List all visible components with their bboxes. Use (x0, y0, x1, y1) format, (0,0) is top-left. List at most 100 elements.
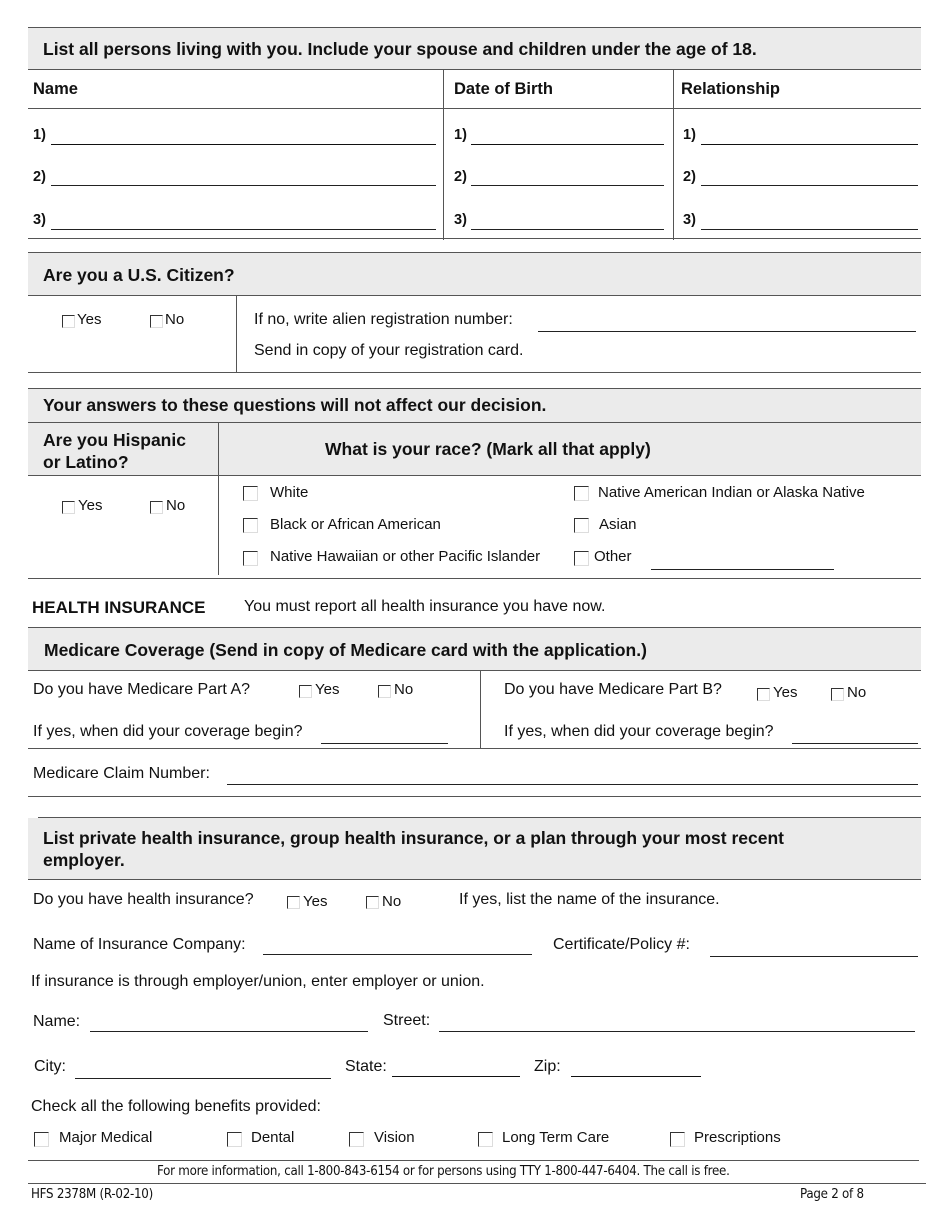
part-a-yes-label: Yes (315, 681, 340, 698)
list-insurance-note: If yes, list the name of the insurance. (459, 891, 720, 908)
benefit-long-term-care-checkbox[interactable] (478, 1132, 493, 1147)
benefit-vision-checkbox[interactable] (349, 1132, 364, 1147)
column-divider (480, 671, 481, 748)
race-native-american-checkbox[interactable] (574, 486, 589, 501)
form-id: HFS 2378M (R-02-10) (31, 1186, 153, 1202)
race-asian-checkbox[interactable] (574, 518, 589, 533)
column-header-dob: Date of Birth (454, 80, 553, 98)
column-divider (218, 423, 219, 575)
race-white-label: White (270, 484, 309, 501)
row-number: 1) (683, 127, 696, 143)
hispanic-question-line1: Are you Hispanic (43, 430, 186, 450)
dob-field-2[interactable] (471, 185, 664, 186)
row-number: 2) (454, 169, 467, 185)
race-other-field[interactable] (651, 569, 834, 570)
race-other-label: Other (594, 548, 632, 565)
divider (28, 1160, 919, 1161)
row-number: 2) (683, 169, 696, 185)
divider (28, 879, 921, 880)
citizen-no-checkbox[interactable] (150, 315, 163, 328)
part-b-question: Do you have Medicare Part B? (504, 681, 722, 698)
name-field-2[interactable] (51, 185, 436, 186)
policy-number-field[interactable] (710, 956, 918, 957)
benefit-prescriptions-checkbox[interactable] (670, 1132, 685, 1147)
divider (28, 238, 921, 239)
hispanic-yes-label: Yes (78, 497, 103, 514)
column-header-name: Name (33, 80, 78, 98)
footer-contact-info: For more information, call 1-800-843-615… (157, 1163, 730, 1179)
benefit-vision-label: Vision (374, 1129, 415, 1146)
row-number: 3) (683, 212, 696, 228)
race-black-label: Black or African American (270, 516, 441, 533)
medicare-title: Medicare Coverage (Send in copy of Medic… (44, 640, 647, 660)
dob-field-3[interactable] (471, 229, 664, 230)
race-black-checkbox[interactable] (243, 518, 258, 533)
benefit-major-medical-checkbox[interactable] (34, 1132, 49, 1147)
row-number: 3) (454, 212, 467, 228)
race-white-checkbox[interactable] (243, 486, 258, 501)
part-a-no-label: No (394, 681, 414, 698)
policy-number-label: Certificate/Policy #: (553, 936, 690, 953)
zip-field[interactable] (571, 1076, 701, 1077)
relationship-field-3[interactable] (701, 229, 918, 230)
name-field-1[interactable] (51, 144, 436, 145)
dob-field-1[interactable] (471, 144, 664, 145)
hispanic-no-checkbox[interactable] (150, 501, 163, 514)
insurance-company-field[interactable] (263, 954, 532, 955)
employer-note: If insurance is through employer/union, … (31, 973, 485, 990)
divider (28, 69, 921, 70)
health-insurance-subheading: You must report all health insurance you… (244, 598, 606, 615)
part-a-yes-checkbox[interactable] (299, 685, 312, 698)
part-b-coverage-field[interactable] (792, 743, 918, 744)
hispanic-no-label: No (166, 497, 186, 514)
relationship-field-1[interactable] (701, 144, 918, 145)
street-field[interactable] (439, 1031, 915, 1032)
race-question: What is your race? (Mark all that apply) (325, 439, 651, 459)
race-other-checkbox[interactable] (574, 551, 589, 566)
race-pacific-islander-checkbox[interactable] (243, 551, 258, 566)
claim-number-label: Medicare Claim Number: (33, 765, 210, 782)
divider (28, 796, 921, 797)
alien-registration-label: If no, write alien registration number: (254, 311, 513, 328)
benefit-dental-checkbox[interactable] (227, 1132, 242, 1147)
citizenship-title: Are you a U.S. Citizen? (43, 265, 235, 285)
column-divider (236, 296, 237, 372)
name-field-3[interactable] (51, 229, 436, 230)
employer-name-label: Name: (33, 1013, 81, 1030)
ethnicity-title: Your answers to these questions will not… (43, 395, 547, 415)
divider (28, 475, 921, 476)
column-divider (443, 70, 444, 240)
part-b-yes-checkbox[interactable] (757, 688, 770, 701)
divider (28, 578, 921, 579)
page-number: Page 2 of 8 (800, 1186, 864, 1202)
race-native-american-label: Native American Indian or Alaska Native (598, 484, 865, 501)
row-number: 2) (33, 169, 46, 185)
relationship-field-2[interactable] (701, 185, 918, 186)
divider (28, 1183, 926, 1184)
have-insurance-yes-checkbox[interactable] (287, 896, 300, 909)
hispanic-yes-checkbox[interactable] (62, 501, 75, 514)
alien-registration-field[interactable] (538, 331, 916, 332)
citizen-yes-checkbox[interactable] (62, 315, 75, 328)
state-label: State: (345, 1058, 387, 1075)
have-insurance-no-checkbox[interactable] (366, 896, 379, 909)
benefit-long-term-care-label: Long Term Care (502, 1129, 610, 1146)
city-field[interactable] (75, 1078, 331, 1079)
claim-number-field[interactable] (227, 784, 918, 785)
part-b-no-checkbox[interactable] (831, 688, 844, 701)
part-b-yes-label: Yes (773, 684, 798, 701)
part-b-coverage-label: If yes, when did your coverage begin? (504, 723, 774, 740)
part-a-no-checkbox[interactable] (378, 685, 391, 698)
zip-label: Zip: (534, 1058, 561, 1075)
household-title: List all persons living with you. Includ… (43, 39, 757, 59)
state-field[interactable] (392, 1076, 520, 1077)
divider (28, 748, 921, 749)
part-a-coverage-field[interactable] (321, 743, 448, 744)
divider (28, 372, 921, 373)
employer-name-field[interactable] (90, 1031, 368, 1032)
private-insurance-title-line2: employer. (43, 850, 125, 870)
private-insurance-title-line1: List private health insurance, group hea… (43, 828, 784, 848)
race-pacific-islander-label: Native Hawaiian or other Pacific Islande… (270, 548, 541, 565)
health-insurance-heading: HEALTH INSURANCE (32, 598, 206, 617)
benefit-prescriptions-label: Prescriptions (694, 1129, 781, 1146)
